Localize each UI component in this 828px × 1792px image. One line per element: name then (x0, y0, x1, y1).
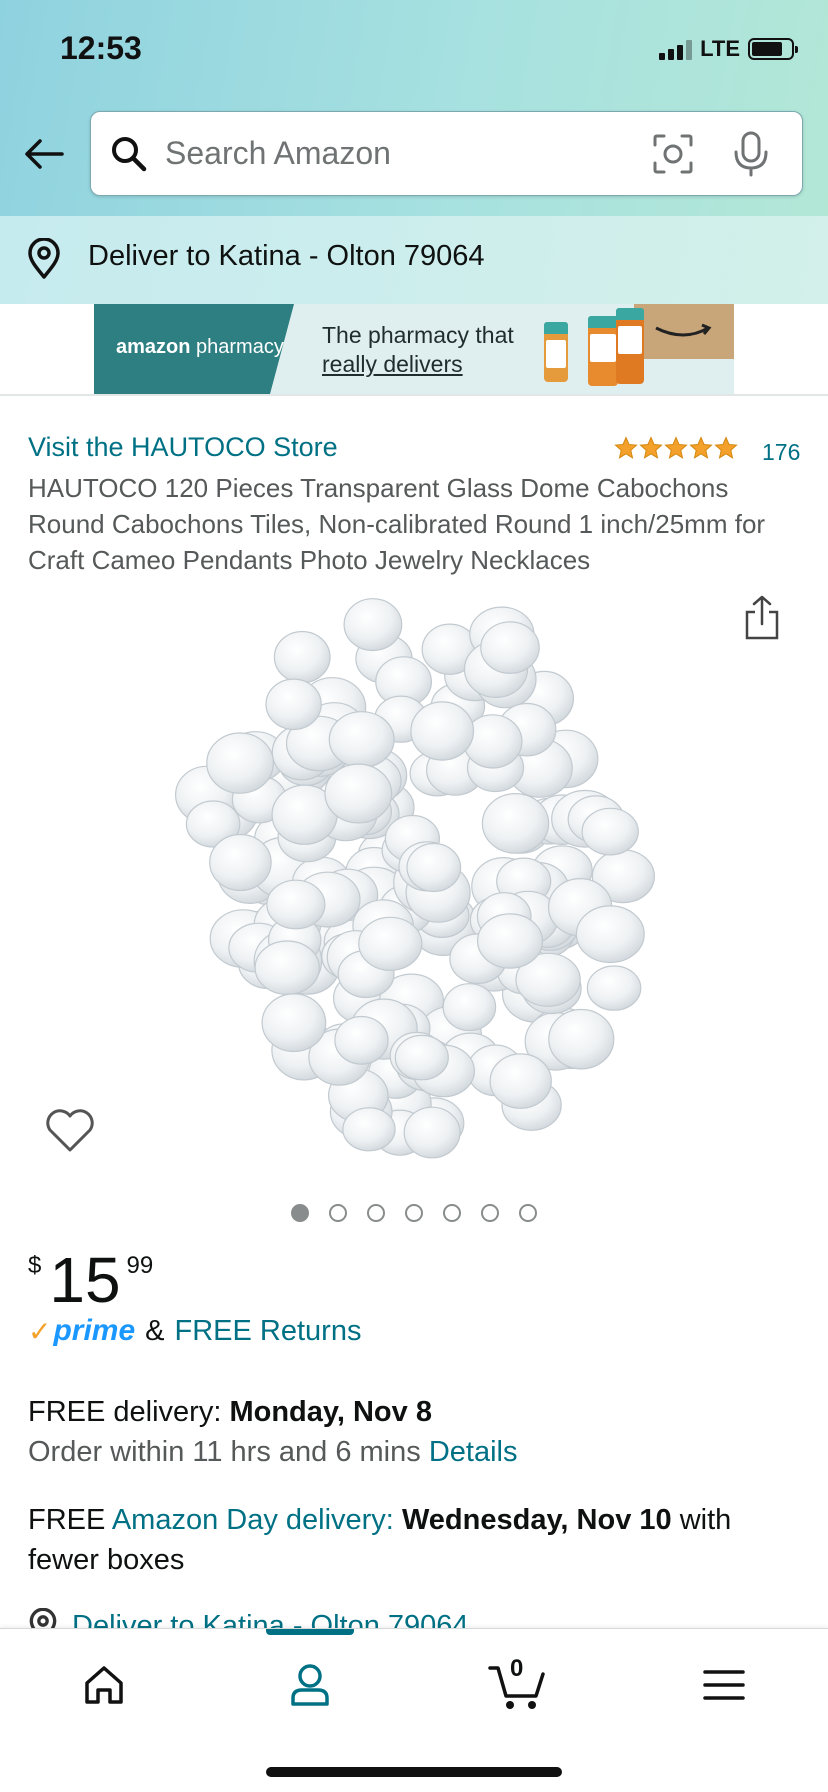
status-indicators: LTE (659, 36, 798, 62)
price-whole: 15 (49, 1244, 121, 1316)
amazon-day-date: Wednesday, Nov 10 (401, 1504, 672, 1536)
banner-link[interactable]: really delivers (322, 351, 463, 378)
network-label: LTE (700, 36, 740, 61)
carousel-dot[interactable] (291, 1204, 309, 1222)
carousel-dot[interactable] (481, 1204, 499, 1222)
price-fraction: 99 (126, 1252, 154, 1279)
carousel-dot[interactable] (329, 1204, 347, 1222)
nav-account[interactable] (274, 1653, 346, 1717)
location-pin-icon (28, 238, 60, 279)
search-input[interactable] (165, 112, 615, 195)
carousel-dot[interactable] (519, 1204, 537, 1222)
heart-icon[interactable] (44, 1108, 96, 1154)
nav-home[interactable] (68, 1653, 140, 1717)
star-icon (614, 436, 638, 459)
delivery-location-bar[interactable]: Deliver to Katina - Olton 79064 (0, 216, 828, 304)
pharmacy-ad-banner[interactable]: amazon pharmacy The pharmacy that really… (94, 304, 734, 394)
carousel-dot[interactable] (367, 1204, 385, 1222)
microphone-icon[interactable] (731, 130, 771, 178)
back-button[interactable] (20, 130, 68, 178)
banner-brand-logo: amazon pharmacy (116, 336, 284, 358)
price-currency: $ (28, 1252, 42, 1279)
active-tab-indicator (266, 1629, 354, 1635)
product-title: HAUTOCO 120 Pieces Transparent Glass Dom… (28, 473, 766, 575)
free-delivery-line: FREE delivery: Monday, Nov 8 (28, 1396, 432, 1428)
camera-icon[interactable] (651, 132, 695, 176)
amazon-day-link[interactable]: Amazon Day delivery: (112, 1504, 394, 1536)
delivery-location-text: Deliver to Katina - Olton 79064 (88, 240, 485, 272)
image-carousel-dots (0, 1204, 828, 1222)
header: 12:53 LTE Deliver to Katina (0, 0, 828, 304)
pill-bottle-image (544, 322, 568, 382)
star-icon (714, 436, 738, 459)
search-bar[interactable] (90, 111, 803, 196)
carousel-dot[interactable] (405, 1204, 423, 1222)
smile-arrow-icon (655, 323, 712, 337)
share-icon[interactable] (742, 594, 782, 642)
price: $ 15 99 (28, 1244, 153, 1316)
bottom-nav: 0 (0, 1628, 828, 1792)
product-image[interactable] (140, 580, 700, 1160)
visit-store-link[interactable]: Visit the HAUTOCO Store (28, 432, 338, 463)
signal-icon (659, 38, 693, 60)
rating-count[interactable]: 176 (762, 439, 800, 466)
pill-bottle-image (616, 308, 644, 384)
banner-headline: The pharmacy that (322, 322, 514, 348)
cart-count: 0 (510, 1655, 524, 1682)
deliver-to-link-row[interactable]: Deliver to Katina - Olton 79064 (28, 1606, 808, 1628)
pill-bottle-image (588, 316, 618, 386)
delivery-date: Monday, Nov 8 (229, 1396, 432, 1428)
deliver-to-link[interactable]: Deliver to Katina - Olton 79064 (72, 1610, 469, 1629)
prime-row: ✓ prime & FREE Returns (28, 1314, 361, 1348)
rating-stars[interactable] (614, 436, 738, 460)
divider (0, 394, 828, 396)
home-icon (85, 1666, 123, 1704)
ampersand: & (145, 1314, 165, 1347)
carousel-dot[interactable] (443, 1204, 461, 1222)
account-icon (291, 1664, 329, 1706)
prime-logo: prime (53, 1314, 136, 1347)
status-time: 12:53 (60, 30, 142, 66)
star-icon (689, 436, 713, 459)
order-within-line: Order within 11 hrs and 6 mins Details (28, 1436, 518, 1468)
details-link[interactable]: Details (429, 1436, 518, 1468)
glass-cabochons-image (174, 598, 655, 1159)
nav-cart[interactable]: 0 (482, 1653, 554, 1717)
home-indicator (266, 1767, 562, 1777)
battery-icon (748, 38, 798, 60)
nav-menu[interactable] (688, 1653, 760, 1717)
search-icon (112, 137, 147, 172)
back-arrow-icon (25, 139, 64, 169)
star-icon (639, 436, 663, 459)
prime-check-icon: ✓ (28, 1315, 52, 1347)
star-icon (664, 436, 688, 459)
free-returns-link[interactable]: FREE Returns (175, 1315, 362, 1348)
location-pin-icon (29, 1608, 57, 1628)
amazon-day-delivery-line: FREE Amazon Day delivery: Wednesday, Nov… (28, 1504, 732, 1576)
menu-icon (703, 1670, 745, 1700)
